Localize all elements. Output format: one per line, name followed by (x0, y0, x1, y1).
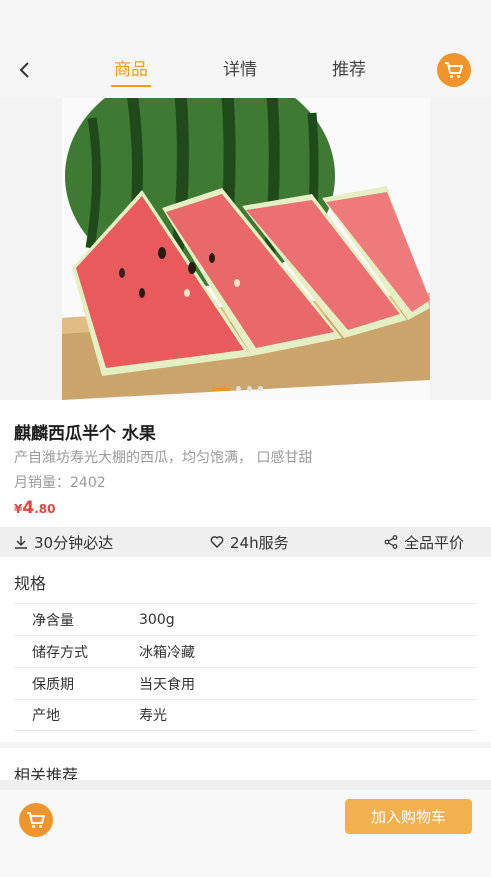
section-divider (0, 742, 491, 748)
sales-count: 2402 (70, 475, 106, 491)
bottom-action-bar: 加入购物车 (0, 790, 491, 877)
spec-section-title: 规格 (14, 574, 47, 593)
heart-icon (210, 536, 224, 548)
carousel-indicator (212, 386, 263, 391)
carousel-dot-active[interactable] (212, 386, 230, 391)
price-integer: 4 (22, 498, 35, 518)
tab-details[interactable]: 详情 (220, 58, 260, 84)
spec-key: 储存方式 (32, 644, 88, 661)
monthly-sales: 月销量：2402 (14, 472, 106, 492)
product-description: 产自潍坊寿光大棚的西瓜，均匀饱满， 口感甘甜 (14, 450, 313, 466)
tab-product[interactable]: 商品 (111, 58, 151, 87)
spec-value: 300g (139, 611, 175, 628)
add-to-cart-button[interactable]: 加入购物车 (345, 799, 472, 834)
product-price: ¥4.80 (14, 498, 55, 518)
spec-value: 当天食用 (139, 676, 195, 693)
spec-key: 净含量 (32, 612, 74, 629)
service-strip: 30分钟必达 24h服务 全品平价 (0, 527, 491, 557)
carousel-dot[interactable] (258, 386, 263, 391)
spec-row: 产地 寿光 (14, 699, 477, 731)
back-button[interactable] (12, 55, 36, 85)
spec-key: 保质期 (32, 676, 74, 693)
service-price: 全品平价 (384, 532, 464, 552)
service-support: 24h服务 (210, 532, 289, 552)
service-delivery-label: 30分钟必达 (34, 533, 114, 552)
spec-row: 保质期 当天食用 (14, 667, 477, 699)
price-decimal: .80 (34, 502, 56, 516)
cart-button[interactable] (437, 53, 471, 87)
service-support-label: 24h服务 (230, 533, 289, 552)
watermelon-image (62, 98, 430, 400)
download-icon (15, 536, 27, 549)
spec-row: 净含量 300g (14, 603, 477, 635)
top-navigation-bar: 商品 详情 推荐 (0, 0, 491, 98)
service-price-label: 全品平价 (404, 533, 465, 552)
section-divider (0, 780, 491, 790)
carousel-dot[interactable] (247, 386, 252, 391)
tab-recommend[interactable]: 推荐 (329, 58, 369, 84)
spec-value: 冰箱冷藏 (139, 644, 195, 661)
spec-value: 寿光 (139, 708, 167, 724)
spec-table: 净含量 300g 储存方式 冰箱冷藏 保质期 当天食用 产地 寿光 (14, 603, 477, 731)
cart-button[interactable] (19, 803, 53, 837)
sales-label: 月销量： (14, 475, 70, 491)
chevron-left-icon (19, 62, 29, 78)
service-delivery: 30分钟必达 (14, 532, 113, 552)
product-image-carousel[interactable] (0, 98, 491, 400)
share-icon (384, 535, 398, 549)
carousel-dot[interactable] (236, 386, 241, 391)
spec-key: 产地 (32, 708, 60, 724)
shopping-cart-icon (27, 812, 45, 828)
spec-row: 储存方式 冰箱冷藏 (14, 635, 477, 667)
shopping-cart-icon (445, 62, 463, 78)
product-title: 麒麟西瓜半个 水果 (14, 424, 156, 444)
